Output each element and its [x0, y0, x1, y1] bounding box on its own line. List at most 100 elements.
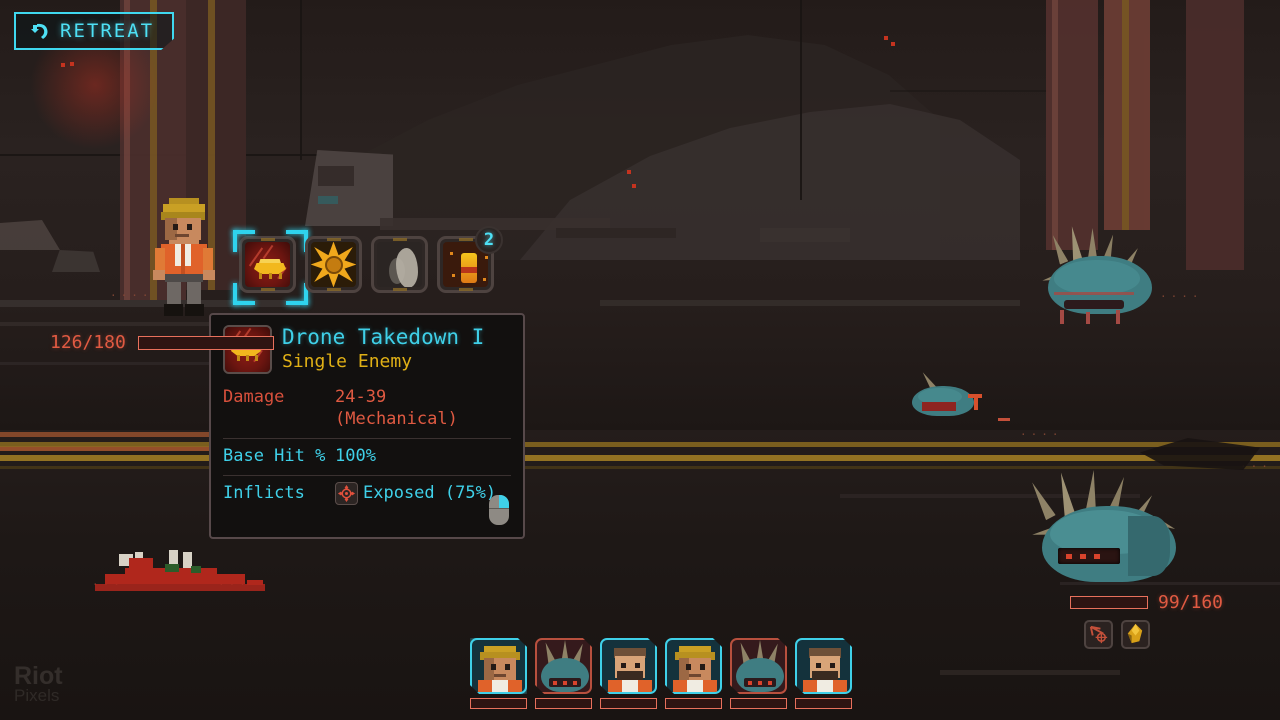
- tooltip-row-damage: Damage 24-39: [223, 386, 511, 408]
- turn-portrait-enemy-2[interactable]: [730, 638, 787, 709]
- ability-slot-smoke[interactable]: [371, 236, 428, 293]
- portrait-hp-bar: [795, 698, 852, 709]
- turn-portrait-ally-2[interactable]: [600, 638, 657, 709]
- right-mouse-icon: [489, 495, 509, 525]
- portrait-frame[interactable]: [600, 638, 657, 694]
- enemy-hp-text: 99/160: [1158, 592, 1224, 613]
- background-crack-3: [800, 0, 802, 200]
- portrait-hp-bar: [535, 698, 592, 709]
- slot-nub-top: [392, 238, 407, 241]
- enemy-spiked-creature-2[interactable]: [1032, 470, 1192, 590]
- watermark: Riot Pixels: [14, 664, 63, 705]
- background-pillar-right-b: [1104, 0, 1150, 230]
- portrait-hp-bar: [665, 698, 722, 709]
- tooltip-hit-value: 100%: [335, 446, 376, 466]
- watermark-line-2: Pixels: [14, 686, 60, 705]
- portrait-frame[interactable]: [795, 638, 852, 694]
- pipe-gold-main: [0, 455, 1280, 461]
- player-hp-text: 126/180: [50, 332, 126, 353]
- smoke-cloud-icon: [377, 242, 422, 287]
- portrait-frame[interactable]: [535, 638, 592, 694]
- background-machine-panel: [318, 196, 338, 204]
- background-red-dot-4: [632, 184, 636, 188]
- portrait-frame[interactable]: [730, 638, 787, 694]
- enemy-hp-bar: [1070, 596, 1148, 609]
- slot-nub-top: [458, 238, 473, 241]
- turn-order-bar[interactable]: [470, 638, 852, 709]
- player-character: [153, 198, 215, 316]
- player-hp-display: 126/180: [50, 332, 274, 353]
- enemy-small-damaged[interactable]: [908, 376, 986, 422]
- background-red-dot-3: [627, 170, 631, 174]
- pipe-gold-upper: [0, 442, 1280, 447]
- floor-slab-4: [600, 300, 1020, 306]
- floor-dots-4: ····: [1020, 428, 1063, 441]
- background-crack-1: [300, 0, 302, 160]
- turn-portrait-hero[interactable]: [470, 638, 527, 709]
- slot-nub-bottom: [458, 288, 473, 291]
- corpse-remains: [95, 550, 265, 600]
- slot-nub-top: [326, 238, 341, 241]
- retreat-label: RETREAT: [60, 20, 155, 42]
- portrait-frame[interactable]: [470, 638, 527, 694]
- pipe-gold-shadow: [0, 466, 1280, 469]
- turn-portrait-ally-4[interactable]: [795, 638, 852, 709]
- background-machine: [305, 150, 393, 226]
- turn-portrait-enemy-1[interactable]: [535, 638, 592, 709]
- floor-slab-7: [940, 670, 1120, 675]
- tooltip-inflicts-text: Exposed (75%): [363, 483, 497, 503]
- tooltip-stats: Damage 24-39 (Mechanical) Base Hit % 100…: [223, 386, 511, 505]
- turn-portrait-ally-3[interactable]: [665, 638, 722, 709]
- enemy-spiked-creature-1[interactable]: [1040, 226, 1166, 324]
- ability-slot-burst[interactable]: [305, 236, 362, 293]
- portrait-hp-bar: [730, 698, 787, 709]
- tooltip-inflicts-value-wrap: Exposed (75%): [335, 482, 496, 505]
- background-red-dot-2: [70, 62, 74, 66]
- ability-slot-stimpack[interactable]: 2: [437, 226, 503, 293]
- tooltip-subtitle: Single Enemy: [282, 351, 413, 372]
- background-rock-3: [760, 228, 850, 242]
- tooltip-title: Drone Takedown I: [282, 325, 485, 349]
- floor-dots-3: ····: [1160, 290, 1203, 303]
- enemy-hp-display: 99/160: [1070, 592, 1223, 613]
- ability-bar[interactable]: 2: [233, 226, 503, 305]
- tooltip-row-inflicts: Inflicts Exposed (75%): [223, 482, 511, 505]
- background-ledge-2: [556, 228, 676, 238]
- game-screen: ···· ···· ···· ···· ··· ··· ··· ····: [0, 0, 1280, 720]
- floor-slab-2: [0, 322, 220, 326]
- background-red-dot-6: [891, 42, 895, 46]
- drone-strike-icon: [245, 242, 290, 287]
- floor-dots-1: ····: [110, 289, 153, 302]
- tooltip-damage-label: Damage: [223, 387, 285, 407]
- gold-shard-icon[interactable]: [1121, 620, 1150, 649]
- portrait-hp-bar: [600, 698, 657, 709]
- slot-nub-bottom: [260, 288, 275, 291]
- portrait-frame[interactable]: [665, 638, 722, 694]
- back-arrow-icon: [28, 21, 50, 41]
- exposed-crosshair-icon: [335, 482, 358, 505]
- slot-nub-bottom: [326, 288, 341, 291]
- portrait-hp-bar: [470, 698, 527, 709]
- background-pillar-far-right: [1186, 0, 1244, 270]
- enemy-status-effects: [1084, 620, 1150, 649]
- tooltip-damage-value: 24-39: [335, 387, 387, 407]
- slot-nub-bottom: [392, 288, 407, 291]
- explosion-burst-icon: [311, 242, 356, 287]
- tooltip-divider-2: [223, 475, 511, 476]
- tooltip-row-hit: Base Hit % 100%: [223, 445, 511, 467]
- player-hp-bar: [137, 335, 274, 350]
- enemy-small-tracer: [998, 418, 1010, 421]
- stimpack-count-badge: 2: [475, 226, 503, 254]
- background-pillar-right-a: [1046, 0, 1098, 250]
- tooltip-divider-1: [223, 438, 511, 439]
- background-machine-shadow: [318, 166, 354, 186]
- background-rock-1: [52, 250, 100, 272]
- tooltip-row-damage-type: (Mechanical): [223, 408, 511, 430]
- background-red-dot-1: [61, 63, 65, 67]
- background-red-dot-5: [884, 36, 888, 40]
- background-crack-4: [890, 90, 1050, 92]
- ability-slot-drone-takedown[interactable]: [233, 230, 308, 305]
- marked-crosshair-icon[interactable]: [1084, 620, 1113, 649]
- retreat-button[interactable]: RETREAT: [14, 12, 174, 50]
- tooltip-hit-label: Base Hit %: [223, 446, 326, 466]
